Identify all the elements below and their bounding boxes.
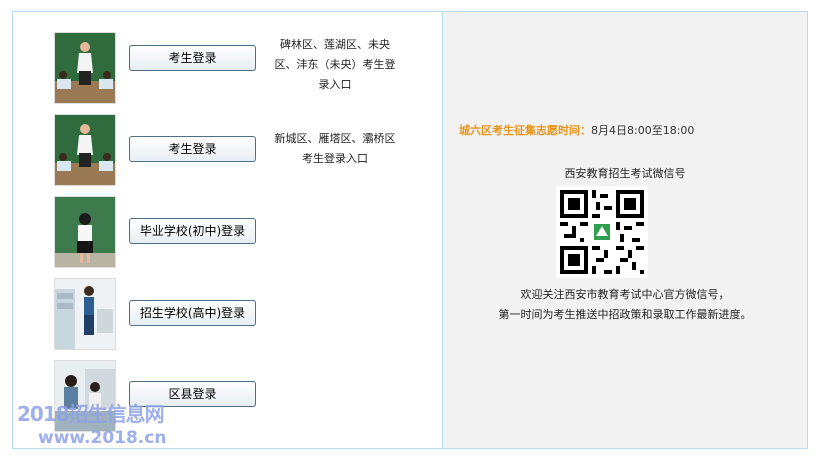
follow-note-line-2: 第一时间为考生推送中招政策和录取工作最新进度。: [498, 308, 752, 321]
wechat-title: 西安教育招生考试微信号: [564, 167, 686, 180]
senior-school-login-button[interactable]: 招生学校(高中)登录: [129, 300, 256, 326]
desc-line: 新城区、雁塔区、灞桥区: [274, 132, 396, 145]
login-row-3: 毕业学校(初中)登录: [13, 196, 442, 268]
student-photo: [54, 196, 116, 268]
student-login-button-2[interactable]: 考生登录: [129, 136, 256, 162]
watermark-site-name: 2018招生信息网: [17, 402, 165, 426]
deadline-label: 城六区考生征集志愿时间：: [459, 124, 591, 137]
district-description-2: 新城区、雁塔区、灞桥区 考生登录入口: [265, 129, 405, 169]
deadline-value: 8月4日8:00至18:00: [591, 124, 695, 137]
login-row-4: 招生学校(高中)登录: [13, 278, 442, 350]
student-login-button-1[interactable]: 考生登录: [129, 45, 256, 71]
district-description-1: 碑林区、莲湖区、未央 区、沣东（未央）考生登 录入口: [265, 35, 405, 95]
info-panel: 城六区考生征集志愿时间：8月4日8:00至18:00 西安教育招生考试微信号 欢…: [443, 12, 807, 448]
desc-line: 碑林区、莲湖区、未央: [280, 38, 390, 51]
login-panel-frame: 考生登录 碑林区、莲湖区、未央 区、沣东（未央）考生登 录入口 考生登录 新城区…: [12, 11, 808, 449]
deadline-text: 城六区考生征集志愿时间：8月4日8:00至18:00: [459, 122, 694, 138]
desc-line: 录入口: [318, 78, 352, 91]
junior-school-login-button[interactable]: 毕业学校(初中)登录: [129, 218, 256, 244]
login-row-2: 考生登录 新城区、雁塔区、灞桥区 考生登录入口: [13, 114, 442, 186]
office-photo: [54, 278, 116, 350]
login-entries: 考生登录 碑林区、莲湖区、未央 区、沣东（未央）考生登 录入口 考生登录 新城区…: [13, 12, 442, 448]
teacher-photo: [54, 114, 116, 186]
qr-code-icon: [556, 186, 648, 278]
desc-line: 考生登录入口: [302, 152, 368, 165]
teacher-photo: [54, 32, 116, 104]
login-row-1: 考生登录 碑林区、莲湖区、未央 区、沣东（未央）考生登 录入口: [13, 32, 442, 104]
watermark-url: www.2018.cn: [38, 428, 167, 448]
desc-line: 区、沣东（未央）考生登: [274, 58, 396, 71]
follow-note-line-1: 欢迎关注西安市教育考试中心官方微信号，: [520, 288, 730, 301]
